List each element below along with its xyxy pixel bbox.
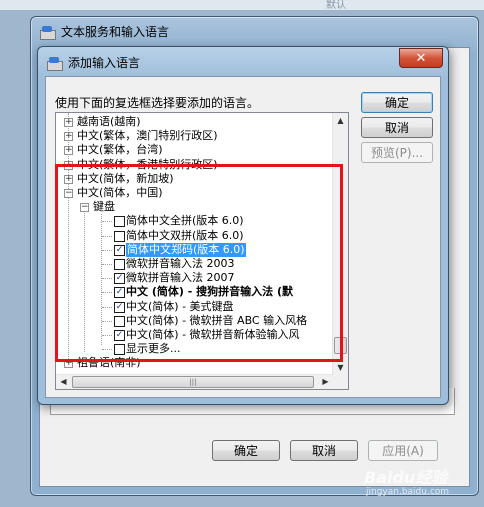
close-button[interactable]: ✕	[399, 48, 443, 68]
tree-guide-line	[102, 349, 112, 351]
text-services-title: 文本服务和输入语言	[61, 25, 170, 39]
tree-item-label: 中文 (简体) - 搜狗拼音输入法 (默	[126, 285, 293, 299]
tree-item[interactable]: − 键盘	[56, 200, 333, 214]
tree-guide-line	[102, 278, 112, 280]
underlying-window-text: 默认	[326, 0, 346, 11]
tree-item[interactable]: 中文(简体) - 微软拼音 ABC 输入风格	[56, 314, 333, 328]
language-checkbox[interactable]: ✓	[114, 301, 125, 313]
tree-item[interactable]: + 中文(繁体，澳门特别行政区)	[56, 129, 333, 143]
ok-button[interactable]: 确定	[361, 92, 433, 113]
tree-guide-line	[102, 320, 112, 322]
keyboard-icon	[46, 56, 63, 71]
scrollbar-corner	[333, 375, 348, 389]
expand-plus-icon[interactable]: +	[64, 146, 73, 156]
scroll-left-arrow-icon[interactable]: ◀	[56, 375, 71, 389]
tree-item[interactable]: ✓ 中文 (简体) - 搜狗拼音输入法 (默	[56, 285, 333, 299]
tree-item[interactable]: 简体中文双拼(版本 6.0)	[56, 229, 333, 243]
tree-item-label: 中文(简体，中国)	[77, 186, 163, 199]
tree-item-label: 中文(繁体，台湾)	[77, 143, 163, 157]
tree-guide-line	[102, 264, 112, 265]
text-services-button-row: 确定 取消 应用(A)	[212, 440, 438, 461]
collapse-minus-icon[interactable]: −	[64, 189, 73, 198]
tree-item-label: 键盘	[93, 200, 115, 214]
tree-item-label: 显示更多...	[126, 342, 181, 356]
language-checkbox[interactable]: ✓	[114, 287, 125, 299]
tree-guide-line	[102, 306, 112, 308]
language-checkbox[interactable]: ✓	[114, 273, 125, 285]
tree-item[interactable]: + 中文(繁体，台湾)	[56, 143, 333, 157]
tree-item-label: 微软拼音输入法 2003	[126, 257, 235, 270]
dialog-title-bar[interactable]: 添加输入语言	[46, 54, 140, 71]
tree-item[interactable]: ✓ 中文(简体) - 美式键盘	[56, 300, 333, 314]
tree-item-label: 简体中文郑码(版本 6.0)	[126, 242, 246, 257]
dialog-body: 使用下面的复选框选择要添加的语言。 确定 取消 预览(P)... + 越南语(越南…	[45, 76, 441, 398]
tree-guide-line	[102, 292, 112, 294]
tree-item-label: 中文(简体) - 微软拼音新体验输入风	[126, 328, 300, 341]
tree-item[interactable]: 微软拼音输入法 2003	[56, 257, 333, 271]
language-checkbox[interactable]	[114, 216, 125, 228]
tree-item-label: 中文(简体，新加坡)	[77, 171, 174, 185]
underlying-window-strip: 默认	[0, 0, 484, 11]
expand-plus-icon[interactable]: +	[64, 160, 73, 170]
language-checkbox[interactable]	[114, 259, 125, 270]
horizontal-scroll-thumb[interactable]: |||	[72, 376, 314, 388]
language-tree[interactable]: + 越南语(越南) + 中文(繁体，澳门特别行政区) + 中文(繁体，台湾) + 中文(繁体，…	[55, 112, 349, 390]
vertical-scrollbar[interactable]: ▲ ▼	[332, 113, 348, 375]
add-input-language-dialog: 添加输入语言 ✕ 使用下面的复选框选择要添加的语言。 确定 取消 预览(P)..…	[37, 46, 449, 405]
tree-item[interactable]: ✓ 微软拼音输入法 2007	[56, 271, 333, 285]
baidu-watermark: Baidu经验	[364, 468, 448, 487]
tree-guide-line	[102, 221, 112, 223]
tree-guide-line	[102, 249, 112, 251]
expand-plus-icon[interactable]: +	[64, 118, 73, 127]
tree-item[interactable]: ✓ 中文(简体) - 微软拼音新体验输入风	[56, 328, 333, 342]
tree-item[interactable]: + 中文(简体，新加坡)	[56, 172, 333, 186]
language-checkbox[interactable]: ✓	[114, 244, 125, 256]
tree-item-label: 中文(简体) - 美式键盘	[126, 299, 234, 313]
scroll-right-arrow-icon[interactable]: ▶	[318, 375, 333, 389]
vertical-scroll-thumb[interactable]	[334, 337, 347, 354]
scroll-down-arrow-icon[interactable]: ▼	[333, 360, 348, 375]
tree-item[interactable]: + 越南语(越南)	[56, 115, 333, 129]
tree-item-label: 祖鲁语(南非)	[77, 356, 141, 370]
back-apply-button[interactable]: 应用(A)	[368, 440, 438, 461]
tree-item[interactable]: − 中文(简体，中国)	[56, 186, 333, 200]
tree-item[interactable]: ✓ 简体中文郑码(版本 6.0)	[56, 242, 333, 257]
instruction-text: 使用下面的复选框选择要添加的语言。	[55, 96, 260, 110]
tree-item-label: 越南语(越南)	[77, 115, 141, 128]
tree-item-label: 中文(繁体，香港特别行政区)	[77, 157, 218, 171]
baidu-watermark-url: jingyan.baidu.com	[366, 487, 450, 497]
preview-button[interactable]: 预览(P)...	[361, 142, 433, 163]
tree-item-label: 中文(繁体，澳门特别行政区)	[77, 129, 218, 143]
expand-plus-icon[interactable]: +	[64, 132, 73, 142]
language-checkbox[interactable]	[114, 230, 125, 242]
tree-item[interactable]: + 祖鲁语(南非)	[56, 356, 333, 370]
tree-item[interactable]: + 中文(繁体，香港特别行政区)	[56, 158, 333, 172]
text-services-title-bar[interactable]: 文本服务和输入语言	[39, 23, 169, 40]
tree-guide-line	[102, 235, 112, 237]
tree-item[interactable]: 简体中文全拼(版本 6.0)	[56, 214, 333, 228]
collapse-minus-icon[interactable]: −	[80, 203, 89, 213]
close-icon: ✕	[415, 50, 427, 66]
language-tree-rows: + 越南语(越南) + 中文(繁体，澳门特别行政区) + 中文(繁体，台湾) + 中文(繁体，…	[56, 113, 333, 375]
tree-guide-line	[102, 335, 112, 336]
language-checkbox[interactable]: ✓	[114, 330, 125, 341]
language-checkbox[interactable]	[114, 315, 125, 327]
language-checkbox[interactable]	[114, 344, 125, 356]
tree-item-label: 中文(简体) - 微软拼音 ABC 输入风格	[126, 313, 308, 327]
tree-item-label: 简体中文全拼(版本 6.0)	[126, 214, 244, 228]
scroll-up-arrow-icon[interactable]: ▲	[333, 113, 348, 128]
back-ok-button[interactable]: 确定	[212, 440, 280, 461]
dialog-title: 添加输入语言	[68, 56, 141, 70]
horizontal-scrollbar[interactable]: ◀ ||| ▶	[56, 374, 333, 389]
expand-plus-icon[interactable]: +	[64, 359, 73, 369]
cancel-button[interactable]: 取消	[361, 117, 433, 138]
expand-plus-icon[interactable]: +	[64, 174, 73, 184]
keyboard-icon	[39, 25, 56, 40]
back-cancel-button[interactable]: 取消	[290, 440, 358, 461]
tree-item[interactable]: 显示更多...	[56, 342, 333, 356]
tree-item-label: 微软拼音输入法 2007	[126, 271, 235, 285]
tree-item-label: 简体中文双拼(版本 6.0)	[126, 228, 244, 242]
